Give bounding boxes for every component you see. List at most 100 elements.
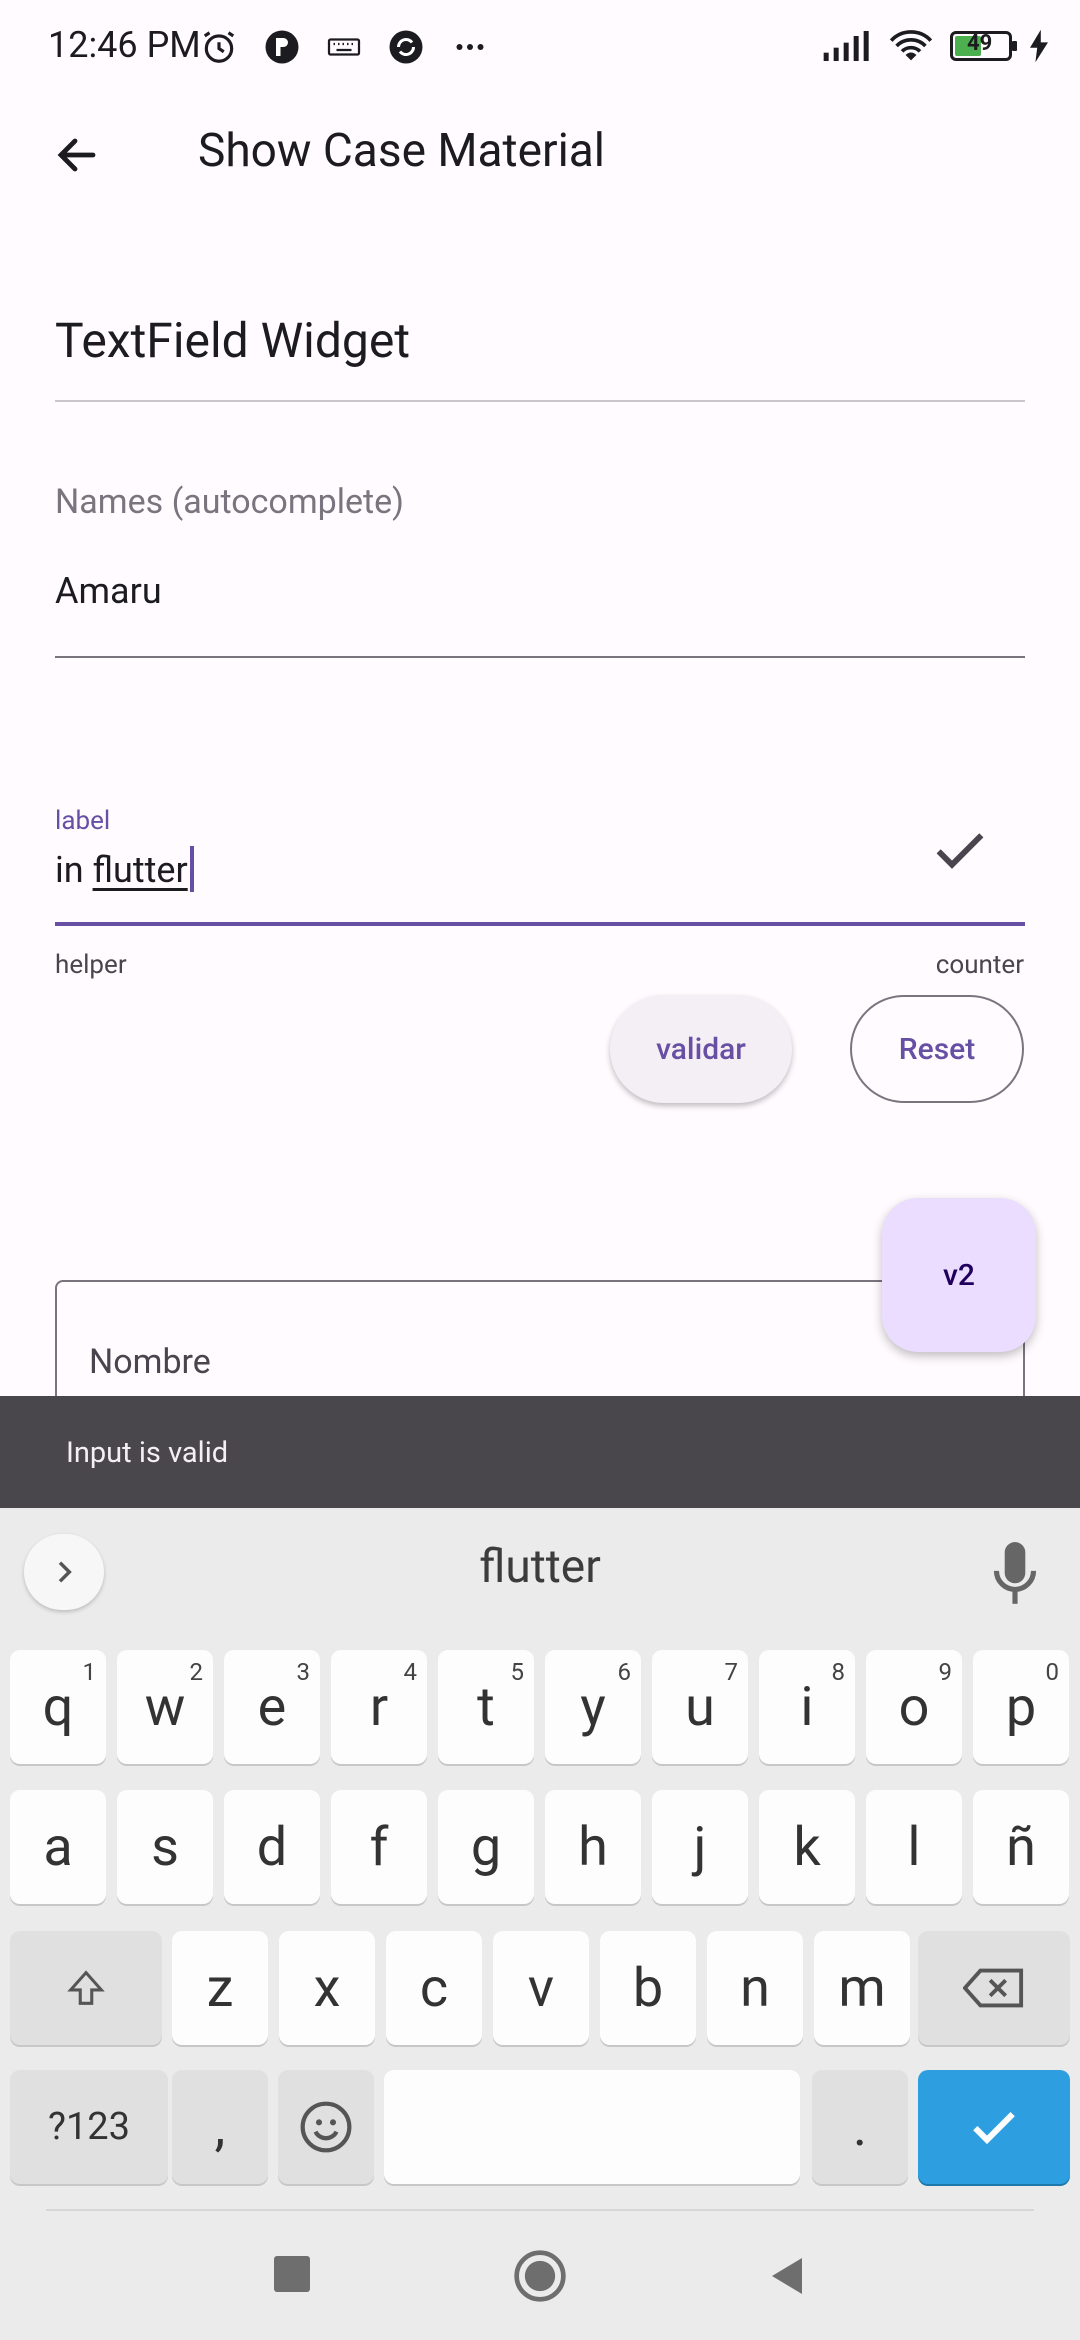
key-x[interactable]: x: [279, 1931, 375, 2045]
status-time: 12:46 PM: [48, 24, 201, 66]
backspace-icon: [963, 1968, 1024, 2008]
key-i[interactable]: i8: [759, 1650, 855, 1764]
key-t[interactable]: t5: [438, 1650, 534, 1764]
key-hint: 6: [617, 1658, 632, 1686]
text-field-value-word: flutter: [92, 849, 188, 891]
key-q[interactable]: q1: [10, 1650, 106, 1764]
key-h[interactable]: h: [545, 1790, 641, 1904]
key-ñ[interactable]: ñ: [973, 1790, 1069, 1904]
keyboard-suggestion[interactable]: flutter: [0, 1540, 1080, 1594]
key-label: o: [898, 1675, 930, 1739]
key-label: w: [144, 1675, 186, 1739]
signal-icon: [823, 31, 869, 61]
key-p[interactable]: p0: [973, 1650, 1069, 1764]
p-icon: [265, 30, 299, 64]
keyboard-icon: [327, 38, 361, 56]
autocomplete-label: Names (autocomplete): [55, 482, 405, 522]
key-hint: 0: [1045, 1658, 1060, 1686]
backspace-key[interactable]: [918, 1931, 1070, 2045]
checkmark-icon: [973, 2112, 1015, 2145]
key-v[interactable]: v: [493, 1931, 589, 2045]
key-hint: 4: [403, 1658, 418, 1686]
period-key[interactable]: .: [812, 2070, 908, 2184]
validate-button[interactable]: validar: [610, 995, 792, 1103]
key-s[interactable]: s: [117, 1790, 213, 1904]
name-field-label: Nombre: [89, 1342, 211, 1382]
text-field-label: label: [55, 806, 111, 836]
text-field-underline-focused: [55, 922, 1025, 926]
charging-icon: [1030, 29, 1048, 63]
more-dots-icon: [456, 44, 484, 50]
key-m[interactable]: m: [814, 1931, 910, 2045]
key-g[interactable]: g: [438, 1790, 534, 1904]
key-label: u: [685, 1675, 715, 1739]
autocomplete-underline: [55, 656, 1025, 658]
section-title: TextField Widget: [55, 312, 411, 369]
key-b[interactable]: b: [600, 1931, 696, 2045]
key-z[interactable]: z: [172, 1931, 268, 2045]
check-icon: [936, 833, 984, 869]
key-c[interactable]: c: [386, 1931, 482, 2045]
divider: [55, 400, 1025, 402]
counter-text: counter: [935, 950, 1024, 980]
key-u[interactable]: u7: [652, 1650, 748, 1764]
battery-icon: 49: [950, 31, 1017, 61]
key-d[interactable]: d: [224, 1790, 320, 1904]
sync-icon: [389, 30, 423, 64]
alarm-icon: [203, 31, 235, 63]
enter-key[interactable]: [918, 2070, 1070, 2184]
nav-back-button[interactable]: [764, 2252, 812, 2300]
key-hint: 1: [82, 1658, 97, 1686]
key-r[interactable]: r4: [331, 1650, 427, 1764]
key-label: i: [800, 1675, 814, 1739]
key-hint: 8: [831, 1658, 846, 1686]
app-title: Show Case Material: [198, 124, 605, 178]
text-field-value-prefix: in: [55, 849, 93, 891]
key-label: t: [477, 1675, 495, 1739]
key-hint: 9: [938, 1658, 953, 1686]
key-l[interactable]: l: [866, 1790, 962, 1904]
key-label: r: [369, 1675, 389, 1739]
text-field-input[interactable]: in flutter: [55, 846, 194, 892]
wifi-icon: [889, 30, 933, 61]
symbols-key[interactable]: ?123: [10, 2070, 168, 2184]
home-button[interactable]: [512, 2248, 568, 2304]
reset-button[interactable]: Reset: [850, 995, 1024, 1103]
emoji-icon: [300, 2101, 352, 2153]
snackbar-message: Input is valid: [66, 1436, 229, 1470]
arrow-back-icon: [57, 138, 96, 172]
emoji-key[interactable]: [278, 2070, 374, 2184]
back-button[interactable]: [42, 120, 112, 190]
key-o[interactable]: o9: [866, 1650, 962, 1764]
key-e[interactable]: e3: [224, 1650, 320, 1764]
key-a[interactable]: a: [10, 1790, 106, 1904]
key-n[interactable]: n: [707, 1931, 803, 2045]
key-hint: 3: [296, 1658, 311, 1686]
recents-button[interactable]: [274, 2256, 310, 2292]
helper-text: helper: [55, 950, 127, 980]
key-hint: 7: [724, 1658, 739, 1686]
keyboard: [0, 1508, 1080, 2340]
mic-icon[interactable]: [990, 1540, 1040, 1610]
key-j[interactable]: j: [652, 1790, 748, 1904]
comma-key[interactable]: ,: [172, 2070, 268, 2184]
status-icons-right: 49: [822, 28, 1050, 64]
shift-key[interactable]: [10, 1931, 162, 2045]
key-hint: 2: [189, 1658, 204, 1686]
key-f[interactable]: f: [331, 1790, 427, 1904]
key-hint: 5: [510, 1658, 525, 1686]
autocomplete-input[interactable]: Amaru: [55, 570, 162, 612]
text-cursor: [189, 846, 194, 892]
battery-level: 49: [967, 31, 993, 56]
key-k[interactable]: k: [759, 1790, 855, 1904]
key-label: p: [1005, 1675, 1037, 1739]
key-label: y: [580, 1675, 606, 1739]
fab-v2-button[interactable]: v2: [882, 1198, 1036, 1352]
key-y[interactable]: y6: [545, 1650, 641, 1764]
shift-arrow-icon: [67, 1970, 105, 2005]
key-label: q: [42, 1675, 74, 1739]
key-label: e: [257, 1675, 287, 1739]
key-w[interactable]: w2: [117, 1650, 213, 1764]
space-key[interactable]: [384, 2070, 800, 2184]
keyboard-divider: [46, 2209, 1034, 2211]
